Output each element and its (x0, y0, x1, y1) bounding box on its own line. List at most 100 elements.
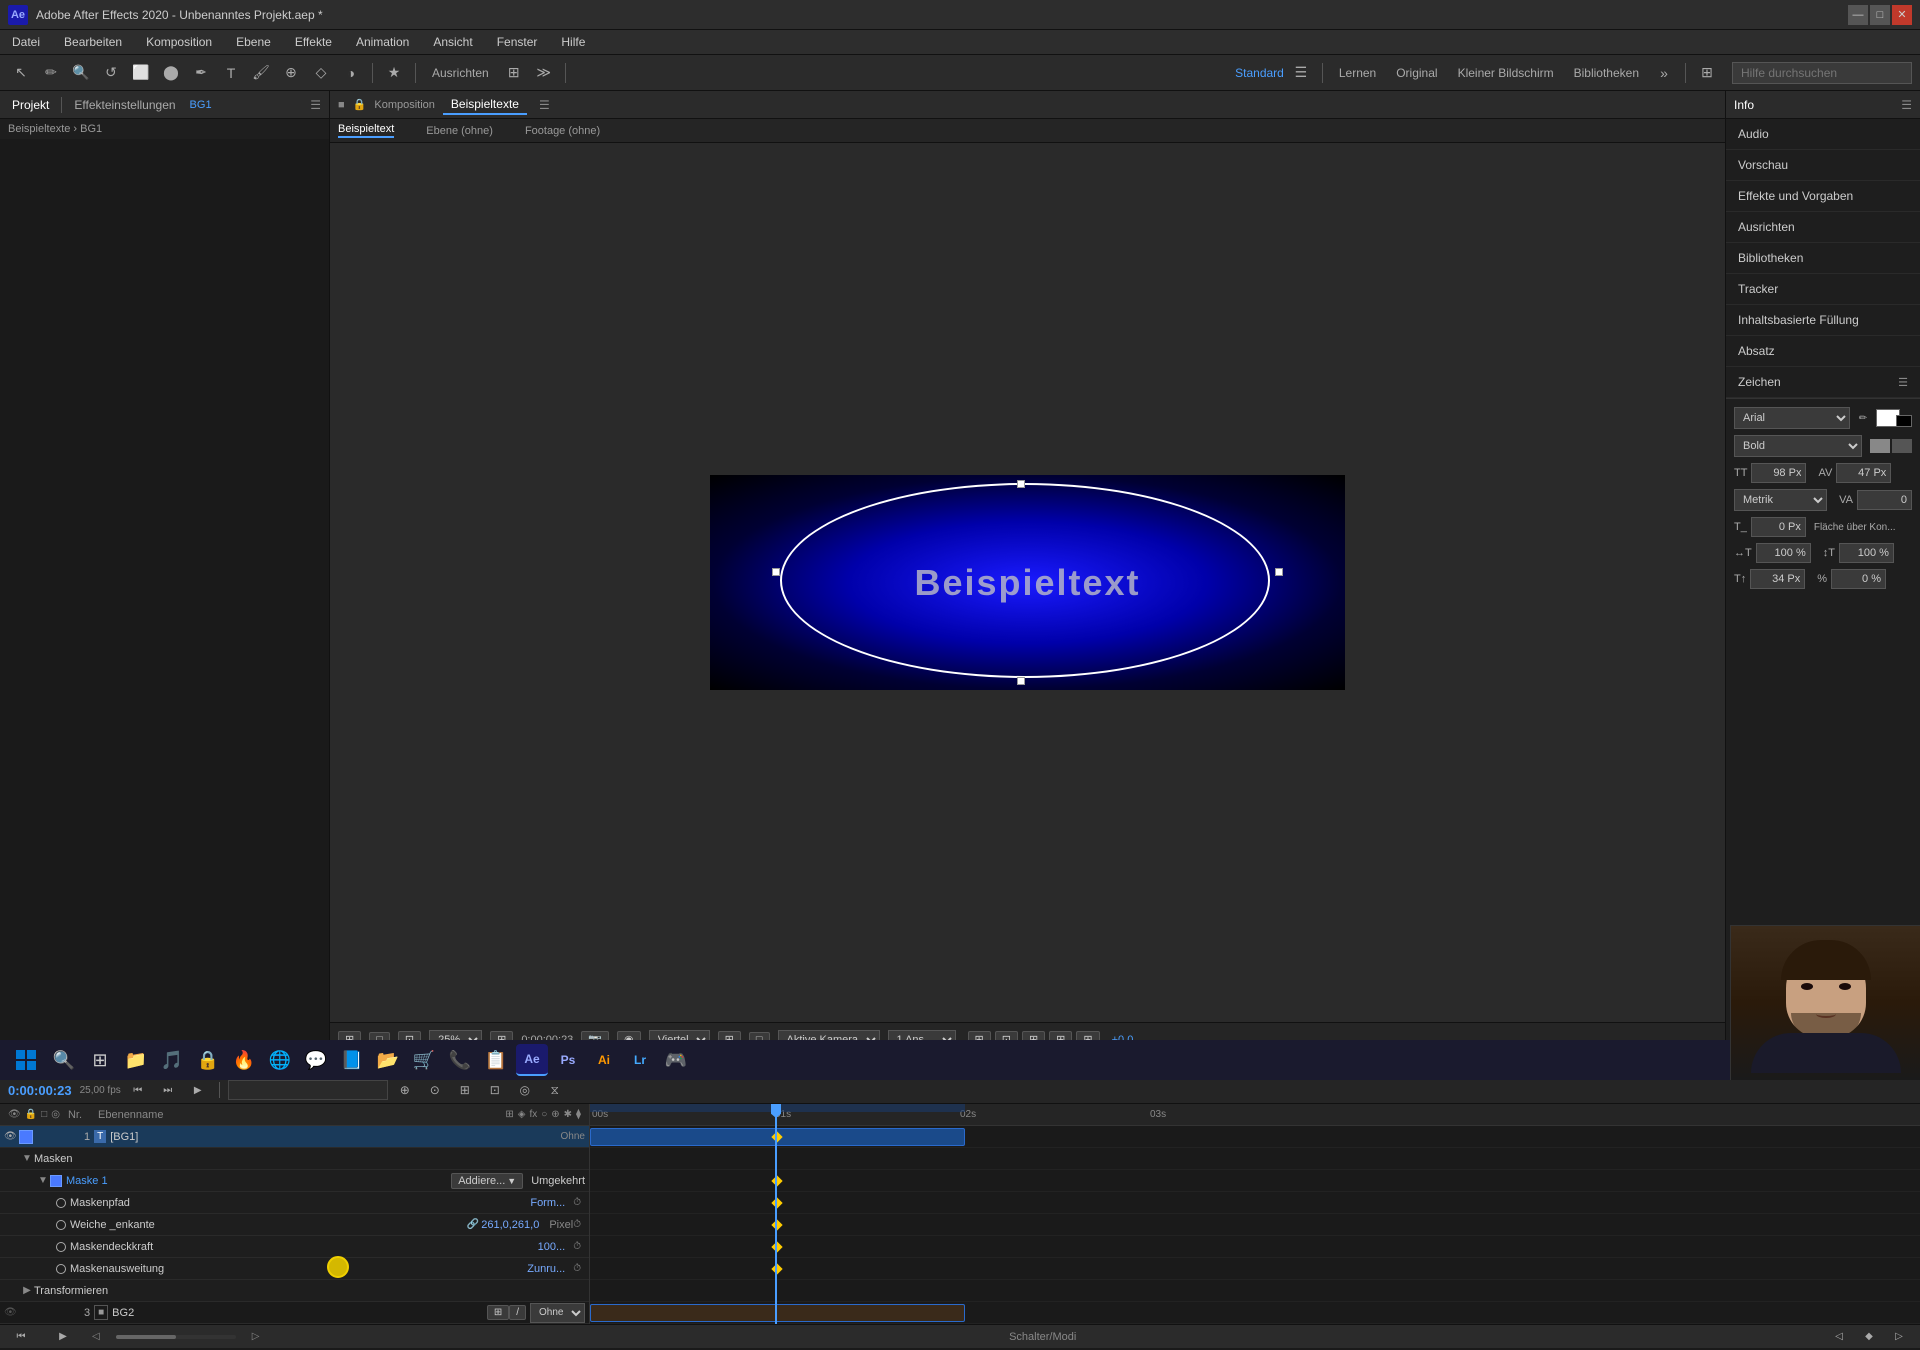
expand-transformieren[interactable]: ▶ (20, 1284, 34, 1298)
layer-solo[interactable] (19, 1130, 33, 1144)
keyframe-weiche[interactable] (771, 1219, 782, 1230)
handle-top[interactable] (1017, 480, 1025, 488)
workspace-menu[interactable]: ☰ (1288, 60, 1314, 86)
tool-clone[interactable]: ⊕ (278, 60, 304, 86)
stroke-size-input[interactable] (1751, 517, 1806, 537)
taskbar-app5[interactable]: 💬 (300, 1044, 332, 1076)
panel-item-zeichen[interactable]: Zeichen ☰ (1726, 367, 1920, 398)
tool-rotate[interactable]: ↺ (98, 60, 124, 86)
layer-row-maskendeckkraft[interactable]: Maskendeckkraft 100... ⏱ (0, 1236, 589, 1258)
tool-eraser[interactable]: ◇ (308, 60, 334, 86)
layer-row-maskenausweitung[interactable]: Maskenausweitung Zunru... ⏱ (0, 1258, 589, 1280)
expand-maske1[interactable]: ▼ (36, 1174, 50, 1188)
panel-item-tracker[interactable]: Tracker (1726, 274, 1920, 305)
eye-icon[interactable]: 👁 (4, 1131, 17, 1142)
font-select[interactable]: Arial (1734, 407, 1850, 429)
menu-effekte[interactable]: Effekte (291, 33, 336, 51)
scale-v-input[interactable] (1839, 543, 1894, 563)
layer-row-weiche[interactable]: Weiche _enkante 🔗 261,0,261,0 Pixel ⏱ (0, 1214, 589, 1236)
status-play[interactable]: ▶ (50, 1324, 76, 1350)
weiche-value[interactable]: 261,0,261,0 (481, 1219, 547, 1231)
maskenpfad-stopwatch[interactable]: ⏱ (573, 1197, 581, 1208)
tool-pen[interactable]: ✏ (38, 60, 64, 86)
bg2-brush-btn[interactable]: / (509, 1305, 526, 1320)
panel-item-absatz[interactable]: Absatz (1726, 336, 1920, 367)
panel-item-inhalt[interactable]: Inhaltsbasierte Füllung (1726, 305, 1920, 336)
tool-zoom[interactable]: 🔍 (68, 60, 94, 86)
toolbar-lernen[interactable]: Lernen (1331, 64, 1384, 82)
toolbar-extend[interactable]: » (1651, 60, 1677, 86)
addieren-btn[interactable]: Addiere... ▼ (451, 1173, 523, 1189)
taskbar-search[interactable]: 🔍 (48, 1044, 80, 1076)
taskbar-app10[interactable]: 📋 (480, 1044, 512, 1076)
keyframe-maske1[interactable] (771, 1175, 782, 1186)
toolbar-kleiner[interactable]: Kleiner Bildschirm (1450, 64, 1562, 82)
panel-item-vorschau[interactable]: Vorschau (1726, 150, 1920, 181)
menu-ansicht[interactable]: Ansicht (429, 33, 476, 51)
comp-subtab-active[interactable]: Beispieltext (338, 123, 394, 138)
tl-tool-4[interactable]: ⊡ (482, 1077, 508, 1103)
tool-pen2[interactable]: ✒ (188, 60, 214, 86)
minimize-button[interactable]: — (1848, 5, 1868, 25)
toolbar-ausrichten[interactable]: Ausrichten (424, 64, 497, 82)
maskenausweitung-stopwatch[interactable]: ⏱ (573, 1263, 581, 1274)
tl-tool-1[interactable]: ⊕ (392, 1077, 418, 1103)
baseline-input[interactable] (1750, 569, 1805, 589)
swatch-gray[interactable] (1870, 439, 1890, 453)
tab-project[interactable]: Projekt (8, 96, 53, 114)
bg2-eye-icon[interactable]: 👁 (4, 1307, 17, 1318)
taskbar-app3[interactable]: 🔥 (228, 1044, 260, 1076)
font-color-swatch-black[interactable] (1896, 415, 1912, 427)
tl-tool-6[interactable]: ⧖ (542, 1077, 568, 1103)
handle-bottom[interactable] (1017, 677, 1025, 685)
layer-row-masken[interactable]: ▼ Masken (0, 1148, 589, 1170)
keyframe-maskendeckkraft[interactable] (771, 1241, 782, 1252)
bg2-mode-select[interactable]: Ohne (530, 1303, 585, 1323)
font-eyedropper[interactable]: ✏ (1854, 409, 1872, 427)
tl-tool-5[interactable]: ◎ (512, 1077, 538, 1103)
taskbar-ps[interactable]: Ps (552, 1044, 584, 1076)
taskbar-app2[interactable]: 🔒 (192, 1044, 224, 1076)
panel-item-bibliotheken[interactable]: Bibliotheken (1726, 243, 1920, 274)
handle-right[interactable] (1275, 568, 1283, 576)
search-input[interactable] (1732, 62, 1912, 84)
menu-ebene[interactable]: Ebene (232, 33, 275, 51)
taskbar-explorer[interactable]: 📁 (120, 1044, 152, 1076)
status-icon-2[interactable]: ◆ (1856, 1324, 1882, 1350)
tool-roto[interactable]: ◑ (338, 60, 364, 86)
font-size-input[interactable] (1751, 463, 1806, 483)
menu-fenster[interactable]: Fenster (493, 33, 542, 51)
layer-row-maske1[interactable]: ▼ Maske 1 Addiere... ▼ Umgekehrt (0, 1170, 589, 1192)
tool-rect[interactable]: ⬜ (128, 60, 154, 86)
menu-komposition[interactable]: Komposition (142, 33, 216, 51)
zeichen-toggle[interactable]: ☰ (1898, 376, 1908, 389)
menu-bearbeiten[interactable]: Bearbeiten (60, 33, 126, 51)
start-button[interactable] (8, 1042, 44, 1078)
scale-h-input[interactable] (1756, 543, 1811, 563)
close-button[interactable]: ✕ (1892, 5, 1912, 25)
comp-tab-active[interactable]: Beispieltexte (443, 95, 527, 115)
panel-item-audio[interactable]: Audio (1726, 119, 1920, 150)
toolbar-original[interactable]: Original (1388, 64, 1445, 82)
status-icon-1[interactable]: ◁ (1826, 1324, 1852, 1350)
comp-menu-icon[interactable]: ☰ (539, 98, 550, 112)
status-prev[interactable]: ⏮ (8, 1324, 34, 1350)
keyframe-maskenpfad[interactable] (771, 1197, 782, 1208)
menu-hilfe[interactable]: Hilfe (557, 33, 589, 51)
taskbar-app1[interactable]: 🎵 (156, 1044, 188, 1076)
tsume-input[interactable] (1831, 569, 1886, 589)
va-input[interactable] (1857, 490, 1912, 510)
tl-tool-3[interactable]: ⊞ (452, 1077, 478, 1103)
right-panel-menu[interactable]: ☰ (1901, 98, 1912, 112)
tl-transport-prev[interactable]: ⏭ (155, 1077, 181, 1103)
layer-row-transformieren[interactable]: ▶ Transformieren (0, 1280, 589, 1302)
tl-search-input[interactable] (228, 1080, 388, 1100)
keyframe-maskenausweitung[interactable] (771, 1263, 782, 1274)
maximize-button[interactable]: □ (1870, 5, 1890, 25)
title-bar-controls[interactable]: — □ ✕ (1848, 5, 1912, 25)
panel-item-effekte[interactable]: Effekte und Vorgaben (1726, 181, 1920, 212)
tl-transport-play[interactable]: ▶ (185, 1077, 211, 1103)
taskbar-app6[interactable]: 📘 (336, 1044, 368, 1076)
tool-brush[interactable]: 🖌 (248, 60, 274, 86)
tab-effekte[interactable]: Effekteinstellungen (70, 96, 179, 114)
